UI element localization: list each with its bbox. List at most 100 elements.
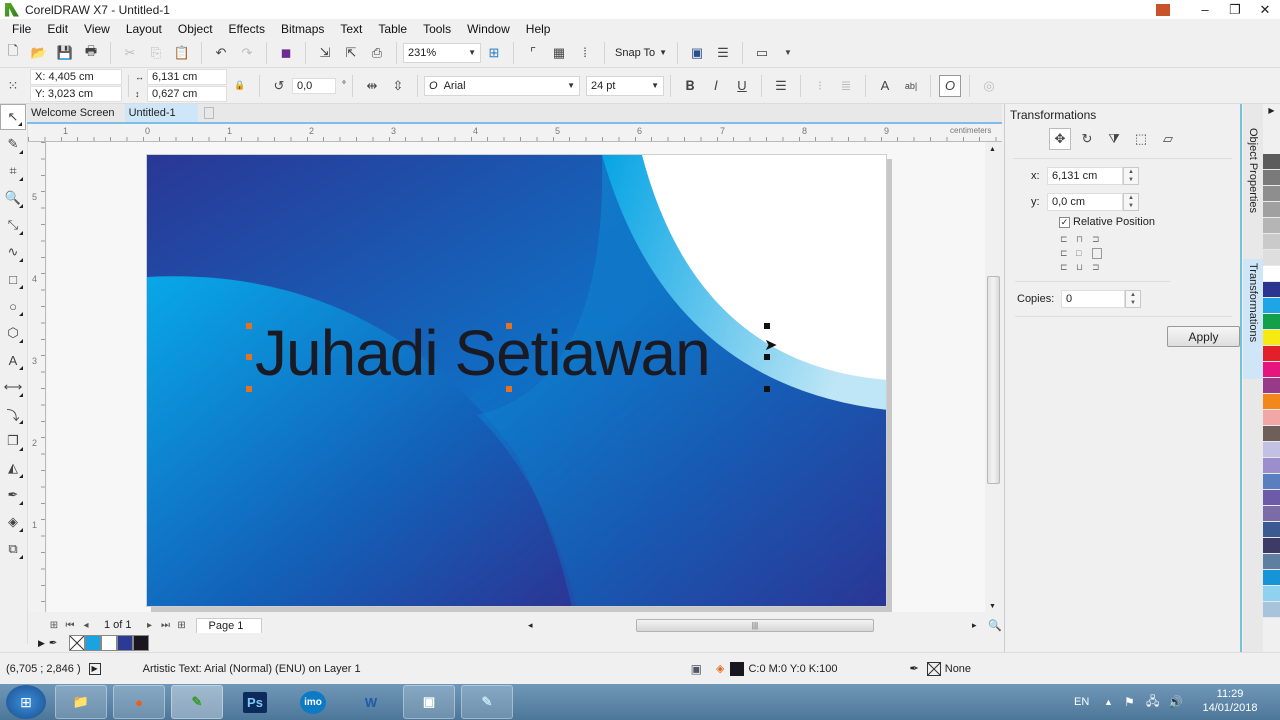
- transparency-tool-icon[interactable]: ◭: [0, 455, 26, 481]
- ellipse-tool-icon[interactable]: ○: [0, 293, 26, 319]
- menu-help[interactable]: Help: [518, 22, 559, 36]
- palette-swatch[interactable]: [1263, 394, 1280, 410]
- network-icon[interactable]: 🖧: [1146, 692, 1159, 713]
- taskbar-imo[interactable]: imo: [287, 685, 339, 719]
- vertical-scrollbar[interactable]: ▲ ▼: [985, 142, 1001, 612]
- welcome-screen-icon[interactable]: ▭: [751, 42, 773, 64]
- horizontal-scroll-thumb[interactable]: |||: [636, 619, 874, 632]
- color-proofing-icon[interactable]: ▣: [691, 662, 702, 676]
- taskbar-firefox[interactable]: ●: [113, 685, 165, 719]
- volume-icon[interactable]: 🔊: [1168, 695, 1183, 709]
- lock-ratio-icon[interactable]: 🔒: [229, 75, 251, 97]
- palette-swatch[interactable]: [1263, 506, 1280, 522]
- palette-swatch[interactable]: [1263, 538, 1280, 554]
- palette-swatch[interactable]: [1263, 570, 1280, 586]
- show-rulers-icon[interactable]: ⌜: [522, 42, 544, 64]
- tab-object-properties[interactable]: Object Properties: [1245, 124, 1261, 259]
- restore-button[interactable]: ❐: [1220, 2, 1250, 18]
- smart-fill-tool-icon[interactable]: ⧉: [0, 536, 26, 562]
- page-tab[interactable]: Page 1: [195, 617, 263, 633]
- text-properties-icon[interactable]: A: [874, 75, 896, 97]
- pick-tool-icon[interactable]: ↖: [0, 104, 26, 130]
- swatch-none[interactable]: [69, 635, 86, 651]
- menu-window[interactable]: Window: [459, 22, 518, 36]
- palette-swatch[interactable]: [1263, 458, 1280, 474]
- palette-swatch[interactable]: [1263, 346, 1280, 362]
- status-flyout-icon[interactable]: ▶: [88, 662, 101, 675]
- taskbar-photoshop[interactable]: Ps: [229, 685, 281, 719]
- next-page-icon[interactable]: ▸: [142, 620, 158, 631]
- menu-edit[interactable]: Edit: [39, 22, 76, 36]
- full-screen-preview-icon[interactable]: ⊞: [483, 42, 505, 64]
- language-indicator[interactable]: EN: [1074, 696, 1089, 708]
- anchor-center[interactable]: □: [1076, 248, 1092, 259]
- taskbar-word[interactable]: W: [345, 685, 397, 719]
- cut-icon[interactable]: ✂: [119, 42, 141, 64]
- palette-swatch[interactable]: [1263, 202, 1280, 218]
- scroll-up-icon[interactable]: ▲: [989, 146, 996, 153]
- selection-handle[interactable]: [246, 323, 252, 329]
- connector-tool-icon[interactable]: ⤵: [0, 401, 26, 427]
- publish-pdf-icon[interactable]: ⎙: [366, 42, 388, 64]
- palette-swatch[interactable]: [1263, 362, 1280, 378]
- scroll-right-icon[interactable]: ▸: [972, 620, 977, 631]
- rotate-transform-icon[interactable]: ↻: [1076, 128, 1098, 150]
- text-alignment-icon[interactable]: ☰: [770, 75, 792, 97]
- anchor-top-left[interactable]: ⊏: [1060, 234, 1076, 245]
- add-page-after-icon[interactable]: ⊞: [174, 620, 190, 631]
- palette-swatch[interactable]: [1263, 410, 1280, 426]
- zoom-tool-icon[interactable]: 🔍: [0, 185, 26, 211]
- y-transform-field[interactable]: 0,0 cm: [1047, 193, 1123, 211]
- menu-layout[interactable]: Layout: [118, 22, 170, 36]
- export-icon[interactable]: ⇱: [340, 42, 362, 64]
- width-field[interactable]: 6,131 cm: [147, 69, 227, 85]
- taskbar-file-explorer[interactable]: 📁: [55, 685, 107, 719]
- menu-object[interactable]: Object: [170, 22, 221, 36]
- font-size-combo[interactable]: 24 pt ▼: [586, 75, 664, 96]
- drop-shadow-tool-icon[interactable]: ❐: [0, 428, 26, 454]
- add-page-before-icon[interactable]: ⊞: [46, 620, 62, 631]
- menu-text[interactable]: Text: [332, 22, 370, 36]
- interactive-fill-tool-icon[interactable]: ◈: [0, 509, 26, 535]
- palette-swatch[interactable]: [1263, 234, 1280, 250]
- palette-swatch[interactable]: [1263, 218, 1280, 234]
- document-swatch[interactable]: [133, 635, 150, 651]
- selection-handle[interactable]: [764, 323, 770, 329]
- import-icon[interactable]: ⇲: [314, 42, 336, 64]
- new-document-icon[interactable]: 🗋: [2, 42, 24, 64]
- copies-spinner[interactable]: ▲ ▼: [1125, 290, 1141, 308]
- copies-field[interactable]: 0: [1061, 290, 1125, 308]
- artistic-media-tool-icon[interactable]: ∿: [0, 239, 26, 265]
- menu-view[interactable]: View: [76, 22, 118, 36]
- open-icon[interactable]: 📂: [28, 42, 50, 64]
- size-transform-icon[interactable]: ⬚: [1130, 128, 1152, 150]
- font-list-combo[interactable]: O Arial ▼: [424, 75, 580, 96]
- menu-tools[interactable]: Tools: [415, 22, 459, 36]
- palette-swatch[interactable]: [1263, 250, 1280, 266]
- x-spinner[interactable]: ▲ ▼: [1123, 167, 1139, 185]
- application-launcher-icon[interactable]: ☰: [712, 42, 734, 64]
- redo-icon[interactable]: ↷: [236, 42, 258, 64]
- undo-icon[interactable]: ↶: [210, 42, 232, 64]
- palette-swatch[interactable]: [1263, 522, 1280, 538]
- artistic-text-object[interactable]: Juhadi Setiawan: [255, 321, 711, 385]
- quick-customize-icon[interactable]: ◎: [978, 75, 1000, 97]
- paste-icon[interactable]: 📋: [171, 42, 193, 64]
- selection-handle[interactable]: [506, 386, 512, 392]
- reference-point-icon[interactable]: ⁙: [2, 75, 24, 97]
- last-page-icon[interactable]: ⏭: [158, 620, 174, 631]
- palette-swatch[interactable]: [1263, 170, 1280, 186]
- tab-transformations[interactable]: Transformations: [1245, 259, 1261, 379]
- mirror-horizontal-icon[interactable]: ⇹: [361, 75, 383, 97]
- minimize-button[interactable]: –: [1190, 2, 1220, 17]
- bullet-list-icon[interactable]: ⁝: [809, 75, 831, 97]
- show-hidden-icons[interactable]: ▲: [1104, 697, 1113, 707]
- rectangle-tool-icon[interactable]: □: [0, 266, 26, 292]
- welcome-dropdown-icon[interactable]: ▼: [777, 42, 799, 64]
- previous-page-icon[interactable]: ◂: [78, 620, 94, 631]
- zoom-level-combo[interactable]: 231% ▼: [403, 42, 481, 63]
- palette-swatch[interactable]: [1263, 378, 1280, 394]
- drawing-page[interactable]: Juhadi Setiawan ➤: [146, 154, 887, 607]
- document-swatch[interactable]: [85, 635, 102, 651]
- snap-to-dropdown[interactable]: Snap To ▼: [611, 43, 671, 63]
